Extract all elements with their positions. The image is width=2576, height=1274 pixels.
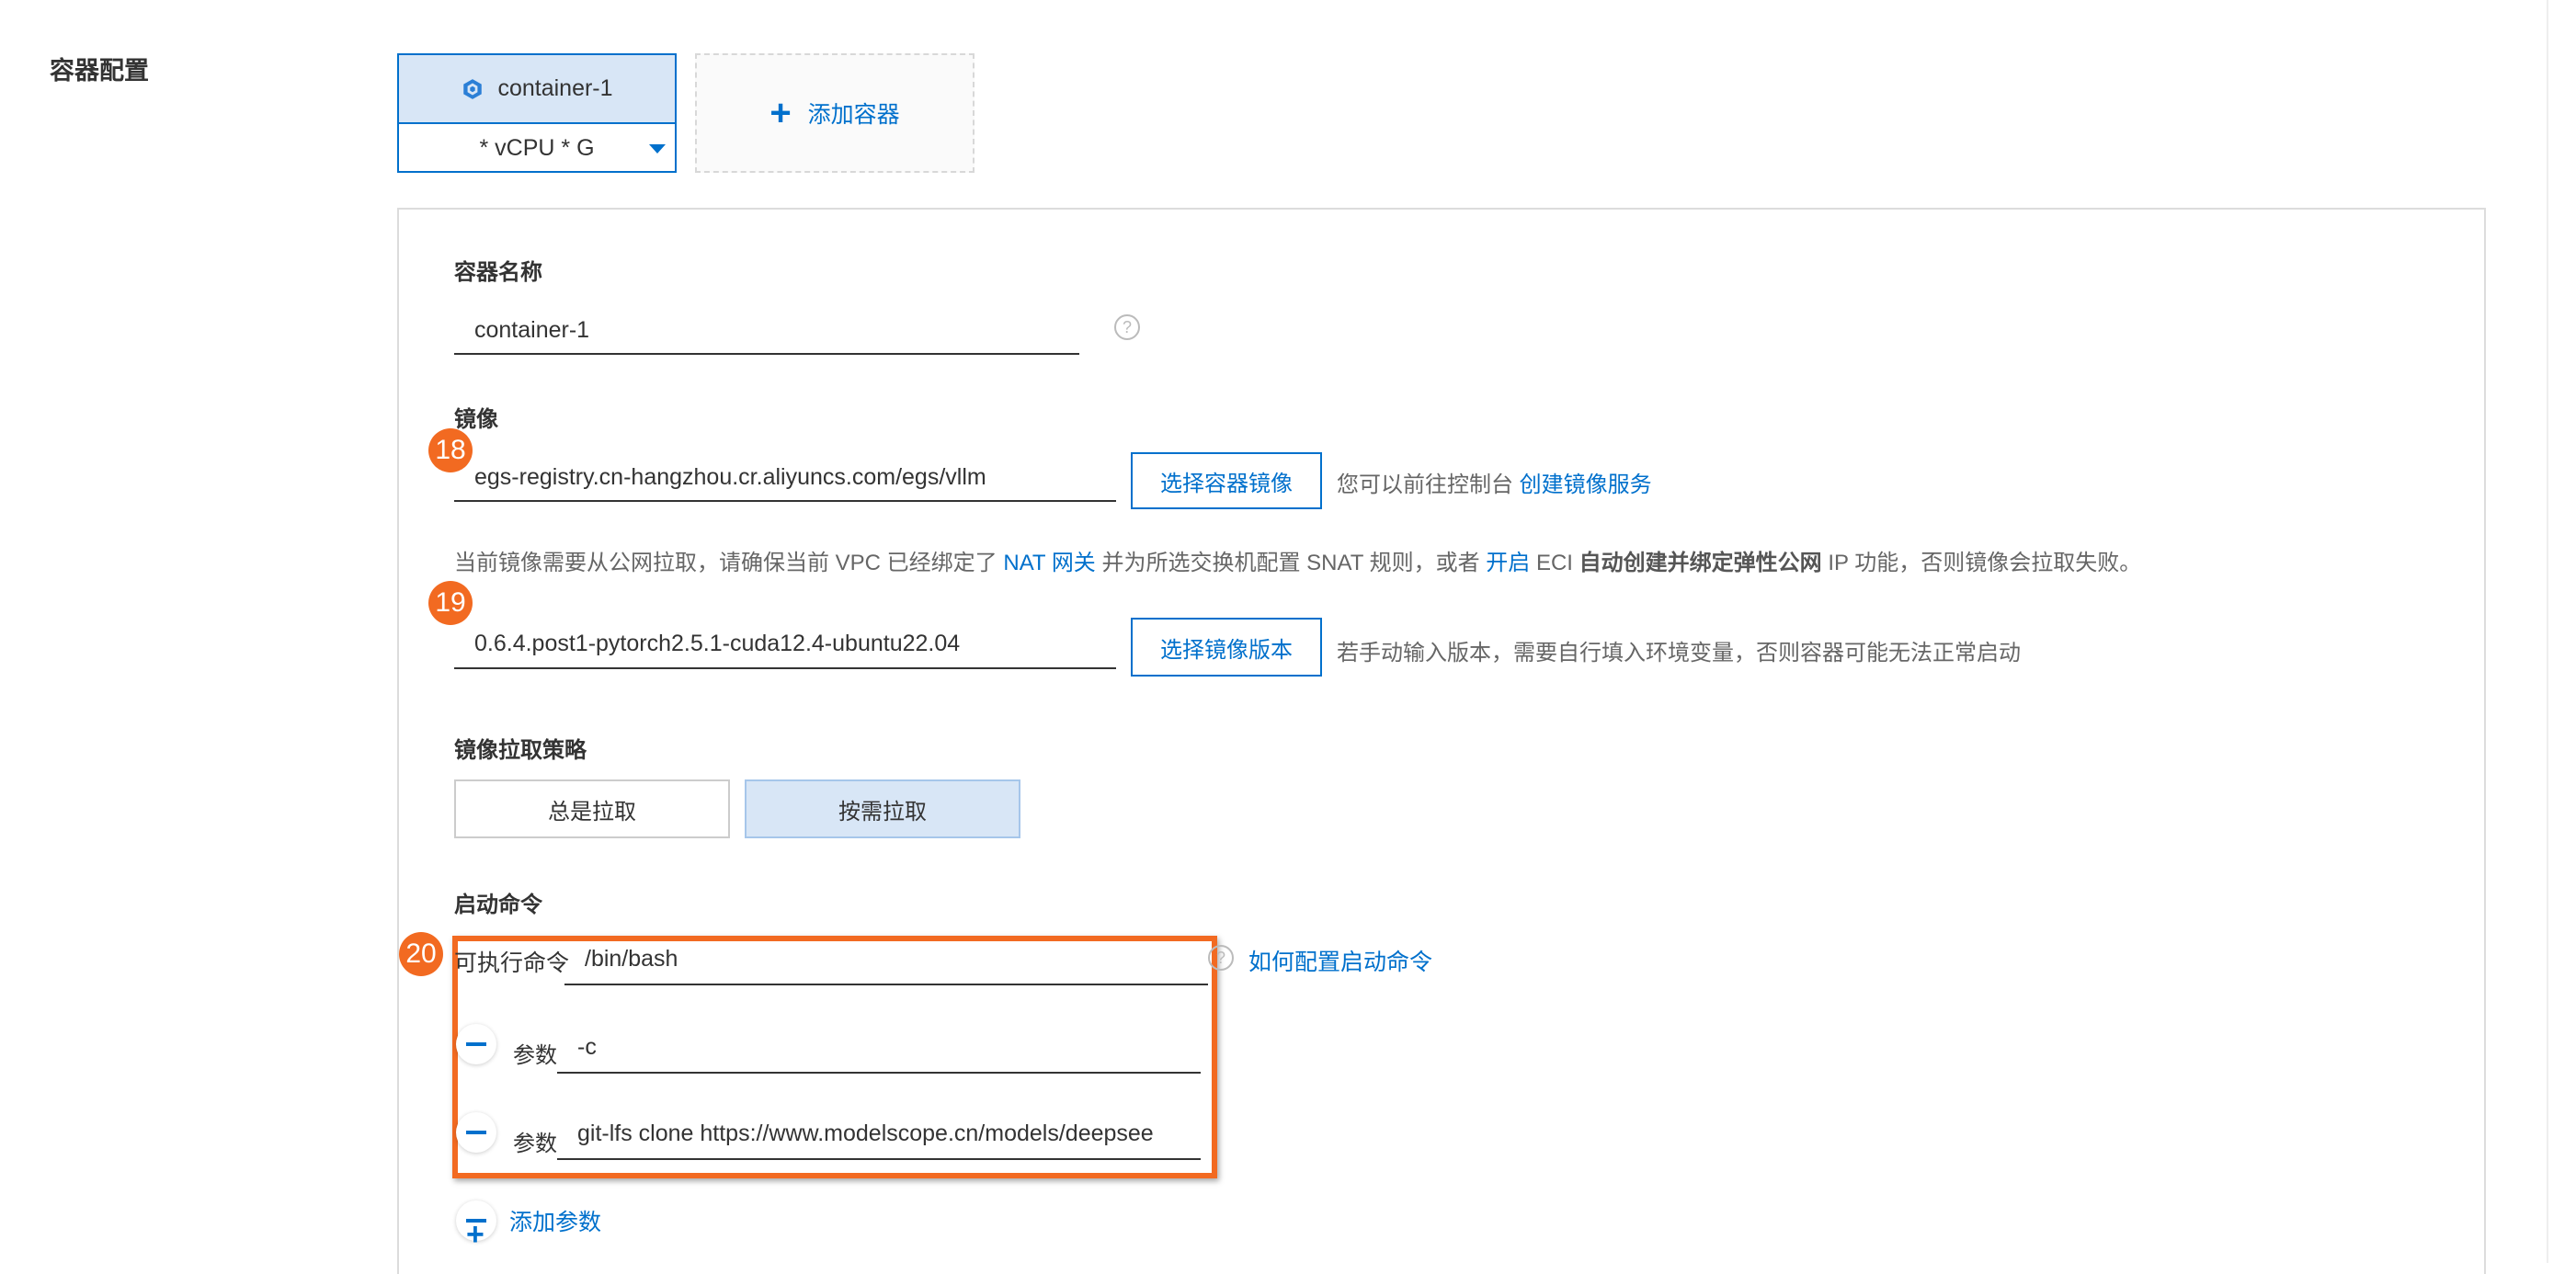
container-spec-select[interactable]: * vCPU * G xyxy=(399,124,675,173)
image-label: 镜像 xyxy=(454,407,498,432)
container-tab-name: container-1 xyxy=(497,75,613,101)
startup-label: 启动命令 xyxy=(454,893,542,917)
how-to-configure-link[interactable]: 如何配置启动命令 xyxy=(1248,944,1432,977)
create-image-service-link[interactable]: 创建镜像服务 xyxy=(1520,472,1652,497)
pull-notice-bold: 自动创建并绑定弹性公网 xyxy=(1579,551,1822,575)
pull-policy-label: 镜像拉取策略 xyxy=(454,738,587,763)
plus-icon: + xyxy=(769,93,792,133)
help-icon[interactable]: ? xyxy=(1208,945,1234,971)
image-hint: 您可以前往控制台 创建镜像服务 xyxy=(1337,466,1652,498)
container-tab-header[interactable]: container-1 xyxy=(399,55,675,124)
param-input[interactable] xyxy=(557,1022,1201,1074)
pull-notice-text-4: IP 功能，否则镜像会拉取失败。 xyxy=(1828,551,2142,575)
step-badge-20: 20 xyxy=(399,932,443,976)
help-icon[interactable]: ? xyxy=(1114,314,1140,340)
pull-notice-text-2: 并为所选交换机配置 SNAT 规则，或者 xyxy=(1101,551,1480,575)
container-name-label: 容器名称 xyxy=(454,260,542,285)
add-container-button[interactable]: + 添加容器 xyxy=(695,53,975,173)
add-container-label: 添加容器 xyxy=(807,102,900,128)
enable-link[interactable]: 开启 xyxy=(1486,551,1530,575)
select-image-version-button[interactable]: 选择镜像版本 xyxy=(1131,618,1322,677)
select-image-button[interactable]: 选择容器镜像 xyxy=(1131,452,1322,509)
container-spec-value: * vCPU * G xyxy=(479,135,595,161)
pull-notice: 当前镜像需要从公网拉取，请确保当前 VPC 已经绑定了 NAT 网关 并为所选交… xyxy=(454,544,2141,576)
param-input[interactable] xyxy=(557,1109,1201,1160)
add-param-label: 添加参数 xyxy=(509,1210,602,1235)
pull-policy-on-demand[interactable]: 按需拉取 xyxy=(745,779,1020,838)
step-badge-19: 19 xyxy=(428,581,473,625)
image-input[interactable] xyxy=(454,454,1116,502)
minus-icon xyxy=(466,1042,486,1046)
remove-param-button[interactable] xyxy=(456,1024,496,1064)
scrollbar-track[interactable] xyxy=(2547,0,2548,1263)
pull-policy-always[interactable]: 总是拉取 xyxy=(454,779,730,838)
section-title: 容器配置 xyxy=(50,57,149,85)
nat-gateway-link[interactable]: NAT 网关 xyxy=(1003,551,1095,575)
pull-notice-text-3: ECI xyxy=(1535,551,1573,575)
container-tab[interactable]: container-1 * vCPU * G xyxy=(397,53,677,173)
image-hint-text: 您可以前往控制台 xyxy=(1337,472,1513,497)
add-param-button[interactable]: + 添加参数 xyxy=(456,1200,602,1250)
container-name-input[interactable] xyxy=(454,307,1079,355)
image-version-input[interactable] xyxy=(454,620,1116,669)
caret-down-icon xyxy=(649,144,666,154)
cube-icon xyxy=(463,78,483,99)
minus-icon xyxy=(466,1131,486,1134)
remove-param-button[interactable] xyxy=(456,1112,496,1153)
pull-notice-text-1: 当前镜像需要从公网拉取，请确保当前 VPC 已经绑定了 xyxy=(454,551,997,575)
param-label: 参数 xyxy=(513,1132,557,1156)
plus-icon: + xyxy=(456,1200,496,1250)
exec-command-label: 可执行命令 xyxy=(454,950,570,976)
param-label: 参数 xyxy=(513,1043,557,1068)
exec-command-input[interactable] xyxy=(564,934,1208,985)
image-version-hint: 若手动输入版本，需要自行填入环境变量，否则容器可能无法正常启动 xyxy=(1337,641,2021,665)
